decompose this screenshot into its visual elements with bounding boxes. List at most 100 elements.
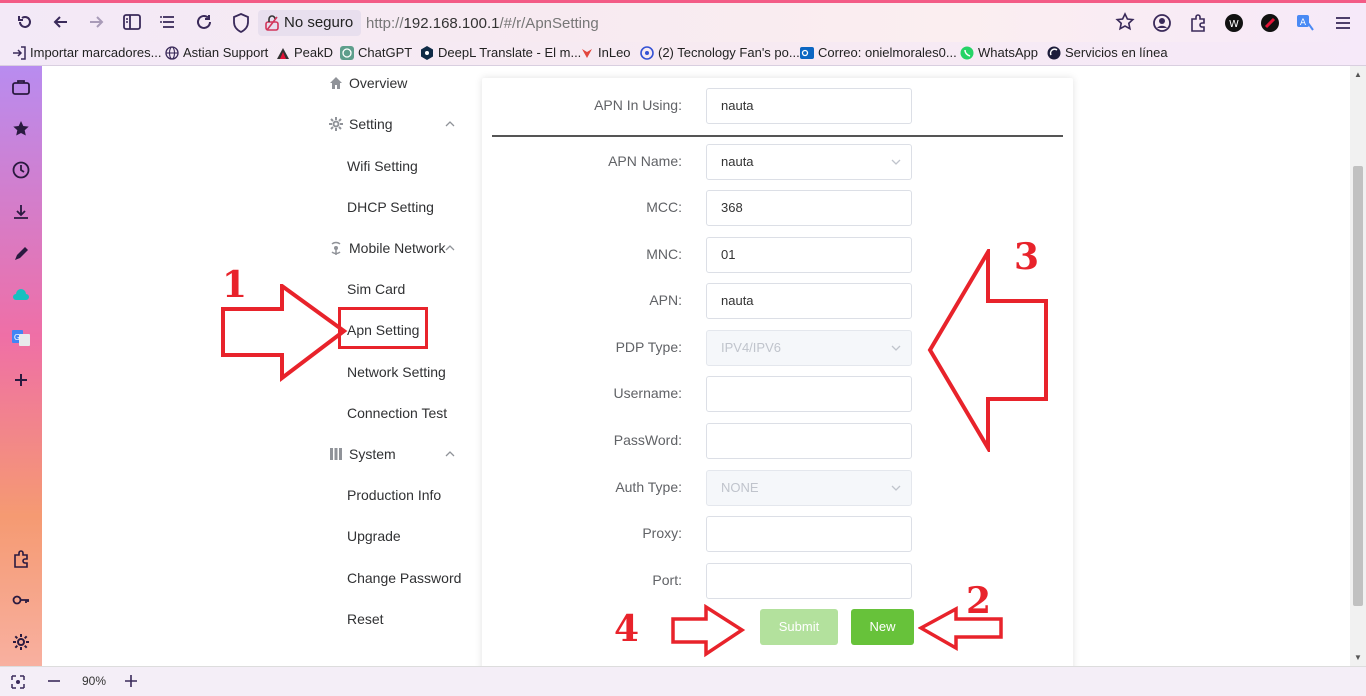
username-label: Username:	[613, 385, 682, 401]
browser-sidebar: G	[0, 66, 42, 666]
sidebar-toggle-icon[interactable]	[121, 11, 143, 33]
post-icon	[640, 45, 654, 60]
zoom-out-button[interactable]	[47, 673, 61, 689]
pen-icon[interactable]	[11, 244, 31, 264]
shield-icon[interactable]	[232, 13, 250, 33]
apn-in-using-field[interactable]: nauta	[706, 88, 912, 124]
menu-reset[interactable]: Reset	[347, 611, 384, 627]
apn-setting-card: APN In Using: nauta APN Name: nauta MCC:…	[482, 78, 1073, 666]
chevron-up-icon[interactable]	[445, 449, 455, 459]
screenshot-tool-icon[interactable]	[10, 674, 26, 690]
menu-network-setting[interactable]: Network Setting	[347, 364, 446, 380]
account-icon[interactable]	[1152, 13, 1172, 33]
translate-icon[interactable]: A	[1296, 13, 1316, 33]
menu-sim-card[interactable]: Sim Card	[347, 281, 405, 297]
menu-change-password[interactable]: Change Password	[347, 570, 461, 586]
port-field[interactable]	[706, 563, 912, 599]
menu-setting[interactable]: Setting	[329, 116, 393, 132]
bookmark-peakd[interactable]: PeakD	[276, 45, 333, 60]
url-text[interactable]: http://192.168.100.1/#/r/ApnSetting	[366, 15, 599, 32]
menu-hamburger-icon[interactable]	[1333, 13, 1353, 33]
scroll-thumb[interactable]	[1353, 166, 1363, 606]
bookmark-deepl[interactable]: DeepL Translate - El m...	[420, 45, 581, 60]
list-icon[interactable]	[157, 11, 179, 33]
mnc-field[interactable]: 01	[706, 237, 912, 273]
menu-overview-label: Overview	[349, 75, 408, 91]
bookmark-import[interactable]: Importar marcadores...	[12, 45, 162, 60]
menu-production-info[interactable]: Production Info	[347, 487, 441, 503]
proxy-field[interactable]	[706, 516, 912, 552]
pdp-type-label: PDP Type:	[615, 339, 682, 355]
svg-text:W: W	[1229, 19, 1239, 30]
bookmark-star-icon[interactable]	[1115, 12, 1135, 32]
password-field[interactable]	[706, 423, 912, 459]
bookmark-correo[interactable]: Correo: onielmorales0...	[800, 45, 957, 60]
bookmark-label: Correo: onielmorales0...	[818, 45, 957, 60]
menu-system-label: System	[349, 446, 396, 462]
scroll-up-arrow-icon[interactable]: ▲	[1354, 70, 1362, 79]
bookmark-label: DeepL Translate - El m...	[438, 45, 582, 60]
status-bar: 90%	[0, 666, 1366, 696]
mcc-field[interactable]: 368	[706, 190, 912, 226]
undo-close-tab-icon[interactable]	[14, 11, 36, 33]
chevron-down-icon	[891, 485, 901, 491]
cloud-icon[interactable]	[11, 286, 31, 306]
bookmark-label: (2) Tecnology Fan's po...	[658, 45, 800, 60]
extensions-puzzle-icon[interactable]	[1188, 13, 1208, 33]
bookmark-inleo[interactable]: InLeo	[580, 45, 631, 60]
apn-name-select[interactable]: nauta	[706, 144, 912, 180]
bookmark-label: WhatsApp	[978, 45, 1038, 60]
sidebar-extensions-icon[interactable]	[11, 549, 31, 569]
bookmark-chatgpt[interactable]: ChatGPT	[340, 45, 412, 60]
scroll-down-arrow-icon[interactable]: ▼	[1354, 653, 1362, 662]
system-bars-icon	[330, 448, 342, 460]
forward-arrow-icon[interactable]	[85, 11, 107, 33]
menu-dhcp-setting[interactable]: DHCP Setting	[347, 199, 434, 215]
inleo-lion-icon	[582, 48, 592, 58]
menu-system[interactable]: System	[329, 446, 396, 462]
bookmark-tecnology-fan[interactable]: (2) Tecnology Fan's po...	[640, 45, 800, 60]
back-arrow-icon[interactable]	[50, 11, 72, 33]
zoom-level[interactable]: 90%	[82, 674, 106, 688]
star-icon[interactable]	[11, 119, 31, 139]
new-button[interactable]: New	[851, 609, 914, 645]
annotation-number-1: 1	[222, 264, 248, 306]
divider	[492, 135, 1063, 137]
username-field[interactable]	[706, 376, 912, 412]
security-indicator[interactable]: No seguro	[258, 10, 362, 36]
google-translate-icon[interactable]: G	[11, 328, 31, 348]
bookmark-whatsapp[interactable]: WhatsApp	[960, 45, 1038, 60]
history-clock-icon[interactable]	[11, 160, 31, 180]
menu-apn-setting[interactable]: Apn Setting	[347, 322, 419, 338]
apn-field[interactable]: nauta	[706, 283, 912, 319]
globe-icon	[165, 45, 179, 60]
bookmark-label: Astian Support	[183, 45, 269, 60]
submit-button[interactable]: Submit	[760, 609, 838, 645]
chevron-down-icon	[891, 159, 901, 165]
page-scrollbar[interactable]: ▲ ▼	[1350, 66, 1366, 666]
reload-icon[interactable]	[193, 11, 215, 33]
menu-connection-test[interactable]: Connection Test	[347, 405, 447, 421]
apn-in-using-label: APN In Using:	[594, 97, 682, 113]
menu-overview[interactable]: Overview	[329, 75, 407, 91]
bookmark-servicios[interactable]: Servicios en línea	[1047, 45, 1168, 60]
address-bar[interactable]: No seguro http://192.168.100.1/#/r/ApnSe…	[226, 8, 1141, 38]
add-panel-icon[interactable]	[11, 370, 31, 390]
bookmark-astian-support[interactable]: Astian Support	[165, 45, 268, 60]
briefcase-icon[interactable]	[11, 77, 31, 97]
auth-type-select: NONE	[706, 470, 912, 506]
bookmark-label: Importar marcadores...	[30, 45, 162, 60]
menu-upgrade[interactable]: Upgrade	[347, 528, 401, 544]
download-icon[interactable]	[11, 202, 31, 222]
key-icon[interactable]	[11, 590, 31, 610]
settings-gear-icon[interactable]	[11, 632, 31, 652]
wallet-extension-icon[interactable]: W	[1224, 13, 1244, 33]
menu-wifi-setting[interactable]: Wifi Setting	[347, 158, 418, 174]
zoom-in-button[interactable]	[124, 673, 138, 689]
password-label: PassWord:	[613, 432, 682, 448]
menu-mobile-network[interactable]: Mobile Network	[329, 240, 445, 256]
chevron-up-icon[interactable]	[445, 243, 455, 253]
chevron-up-icon[interactable]	[445, 119, 455, 129]
mcc-label: MCC:	[646, 199, 682, 215]
hive-extension-icon[interactable]	[1260, 13, 1280, 33]
